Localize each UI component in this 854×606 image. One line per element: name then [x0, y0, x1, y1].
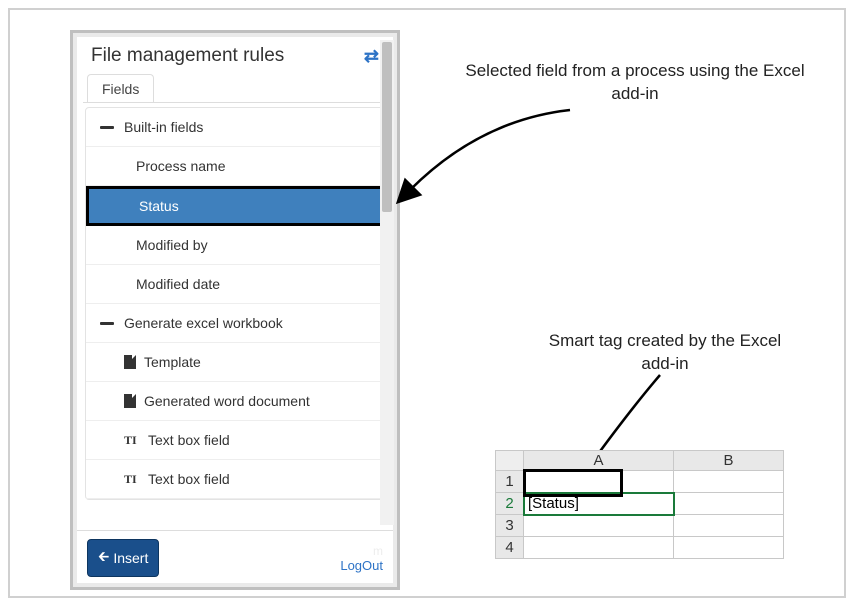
scroll-area: Built-in fields Process name Status Modi… [83, 102, 387, 530]
excel-grid: A B 1 2 [Status] 3 4 [495, 450, 784, 559]
cell-a2[interactable]: [Status] [524, 493, 674, 515]
tabs: Fields [77, 73, 393, 102]
scrollbar-thumb[interactable] [382, 42, 392, 212]
file-icon [124, 355, 136, 369]
tab-fields[interactable]: Fields [87, 74, 154, 103]
field-label: Generated word document [144, 393, 310, 409]
text-icon: TI [124, 472, 142, 487]
file-icon [124, 394, 136, 408]
cell-b4[interactable] [674, 537, 784, 559]
field-label: Modified by [136, 237, 208, 253]
pane-title: File management rules [91, 45, 284, 67]
task-pane-inner: File management rules ⇄ Fields Built-in … [77, 37, 393, 583]
field-status[interactable]: Status [86, 186, 384, 226]
task-pane: File management rules ⇄ Fields Built-in … [70, 30, 400, 590]
annotation-smart-tag: Smart tag created by the Excel add-in [540, 330, 790, 376]
cell-b1[interactable] [674, 471, 784, 493]
logout-link[interactable]: LogOut [340, 558, 383, 573]
collapse-icon [100, 322, 114, 325]
arrow-icon [400, 100, 580, 200]
field-label: Template [144, 354, 201, 370]
field-tree: Built-in fields Process name Status Modi… [85, 107, 385, 500]
insert-button[interactable]: 🡰 Insert [87, 539, 159, 577]
diagram-frame: File management rules ⇄ Fields Built-in … [8, 8, 846, 598]
row-header-3[interactable]: 3 [496, 515, 524, 537]
cell-b2[interactable] [674, 493, 784, 515]
collapse-icon [100, 126, 114, 129]
column-header-b[interactable]: B [674, 451, 784, 471]
annotation-selected-field: Selected field from a process using the … [455, 60, 815, 106]
cell-a3[interactable] [524, 515, 674, 537]
select-all-corner[interactable] [496, 451, 524, 471]
field-modified-date[interactable]: Modified date [86, 265, 384, 304]
field-generated-word-document[interactable]: Generated word document [86, 382, 384, 421]
field-text-box-1[interactable]: TI Text box field [86, 421, 384, 460]
group-label: Built-in fields [124, 119, 203, 135]
row-header-1[interactable]: 1 [496, 471, 524, 493]
group-label: Generate excel workbook [124, 315, 283, 331]
text-icon: TI [124, 433, 142, 448]
column-header-a[interactable]: A [524, 451, 674, 471]
pane-header: File management rules ⇄ [77, 37, 393, 73]
field-text-box-2[interactable]: TI Text box field [86, 460, 384, 499]
group-generate-excel-workbook[interactable]: Generate excel workbook [86, 304, 384, 343]
insert-label: Insert [113, 550, 148, 566]
field-modified-by[interactable]: Modified by [86, 226, 384, 265]
field-label: Status [139, 198, 179, 214]
arrow-left-icon: 🡰 [98, 546, 109, 570]
swap-icon[interactable]: ⇄ [364, 46, 379, 67]
group-built-in-fields[interactable]: Built-in fields [86, 108, 384, 147]
cell-b3[interactable] [674, 515, 784, 537]
field-label: Text box field [148, 471, 230, 487]
row-header-4[interactable]: 4 [496, 537, 524, 559]
row-header-2[interactable]: 2 [496, 493, 524, 515]
user-email: m [340, 544, 383, 558]
scrollbar[interactable] [380, 40, 394, 525]
field-process-name[interactable]: Process name [86, 147, 384, 186]
field-label: Text box field [148, 432, 230, 448]
pane-footer: 🡰 Insert m LogOut [77, 530, 393, 583]
field-label: Process name [136, 158, 225, 174]
cell-a4[interactable] [524, 537, 674, 559]
user-block: m LogOut [340, 544, 383, 573]
cell-a1[interactable] [524, 471, 674, 493]
field-label: Modified date [136, 276, 220, 292]
field-template[interactable]: Template [86, 343, 384, 382]
